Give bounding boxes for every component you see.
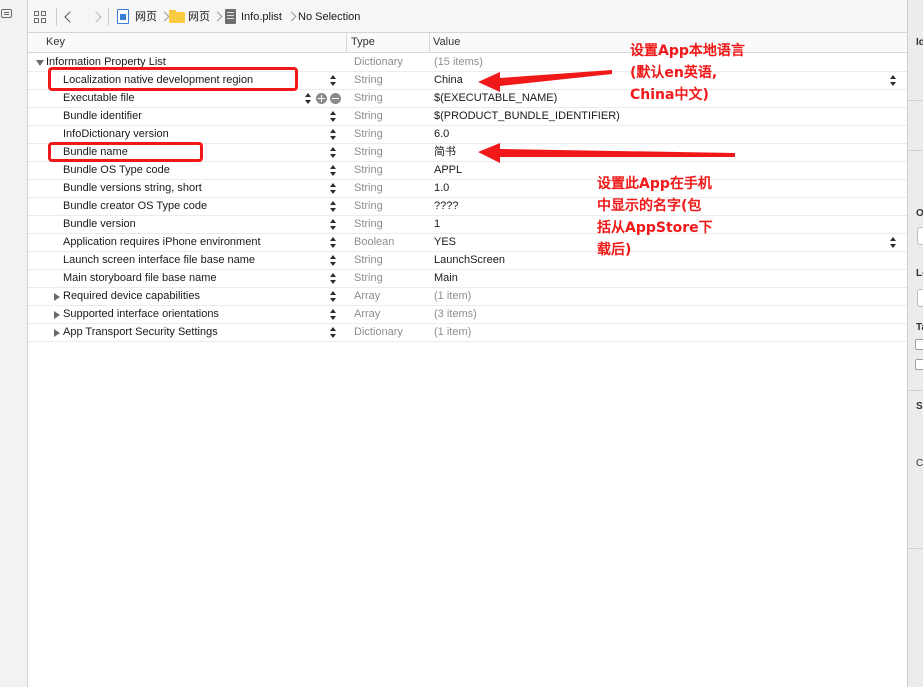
annotation-arrows (478, 70, 735, 163)
annotation-line: China中文) (630, 87, 709, 103)
annotation-localization: 设置App本地语言 (默认en英语, China中文) (630, 40, 745, 106)
annotation-line: 设置此App在手机 (597, 176, 712, 192)
annotation-bundle-name: 设置此App在手机 中显示的名字(包 括从AppStore下 载后) (597, 173, 713, 261)
arrow-localization (478, 70, 612, 92)
annotation-line: 中显示的名字(包 (597, 198, 702, 214)
annotation-line: (默认en英语, (630, 65, 718, 81)
annotation-line: 设置App本地语言 (630, 43, 745, 59)
arrow-bundle-name (478, 143, 735, 163)
annotation-line: 载后) (597, 242, 632, 258)
annotation-line: 括从AppStore下 (597, 220, 713, 236)
